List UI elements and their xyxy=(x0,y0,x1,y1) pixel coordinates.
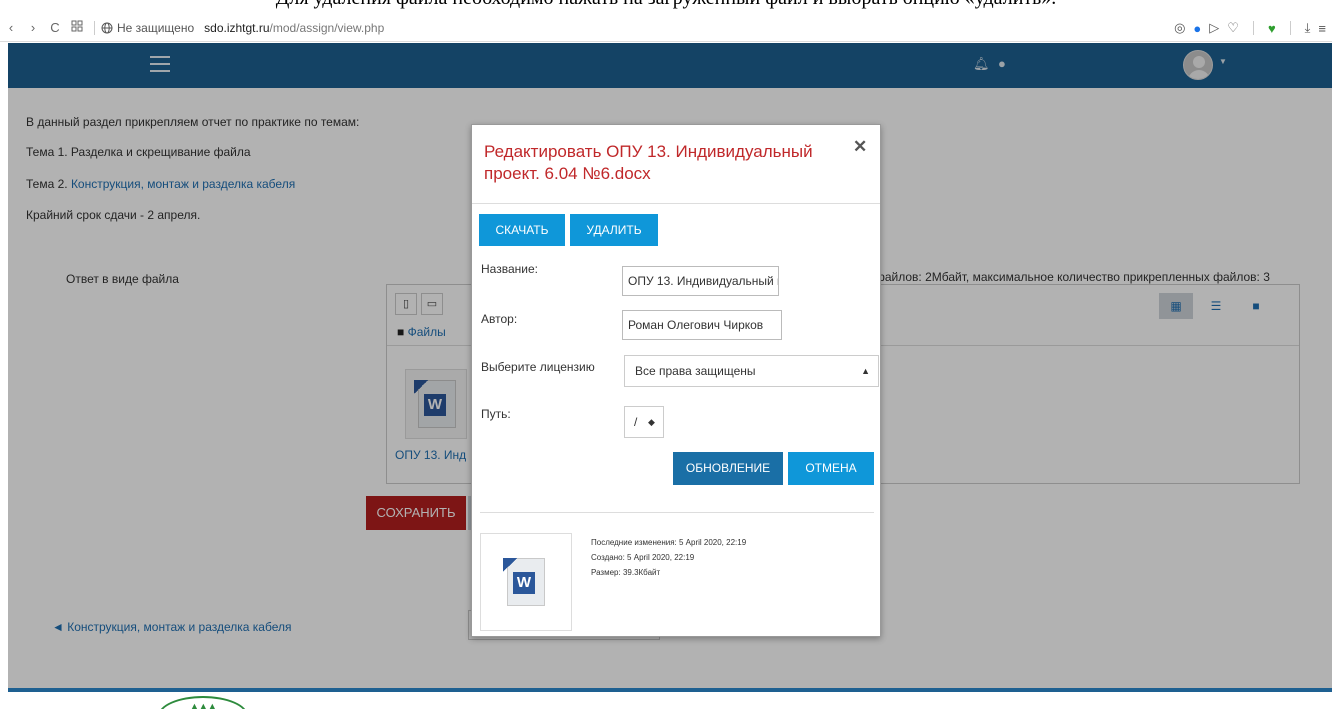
menu-icon[interactable]: ≡ xyxy=(1318,21,1326,36)
url-host: sdo.izhtgt.ru xyxy=(204,20,270,35)
globe-icon xyxy=(101,22,113,33)
college-logo: ▲▲▲ xyxy=(158,696,248,709)
toolbar-divider xyxy=(1252,21,1254,35)
select-arrows-icon: ◆ xyxy=(648,417,655,427)
name-field[interactable]: ОПУ 13. Индивидуальный проект. 6.04 №6.d… xyxy=(622,266,779,296)
file-size: Размер: 39.3Кбайт xyxy=(591,568,661,577)
edit-file-dialog: Редактировать ОПУ 13. Индивидуальный про… xyxy=(471,124,881,637)
heart-icon[interactable]: ♡ xyxy=(1227,20,1239,36)
cancel-dialog-button[interactable]: Отмена xyxy=(788,452,874,485)
divider xyxy=(472,203,880,204)
last-modified: Последние изменения: 5 April 2020, 22:19 xyxy=(591,538,747,547)
security-indicator[interactable]: Не защищено xyxy=(101,21,194,35)
path-value: / xyxy=(634,415,638,429)
update-button[interactable]: Обновление xyxy=(673,452,783,485)
document-caption: Для удаления файла необходимо нажать на … xyxy=(0,0,1332,8)
author-field[interactable]: Роман Олегович Чирков xyxy=(622,310,782,340)
download-button[interactable]: Скачать xyxy=(479,214,565,246)
camera-icon[interactable]: ◎ xyxy=(1174,20,1185,36)
author-label: Автор: xyxy=(481,312,518,326)
screen: Для удаления файла необходимо нажать на … xyxy=(0,0,1332,709)
name-label: Название: xyxy=(481,262,538,276)
close-icon[interactable]: ✕ xyxy=(853,137,867,157)
reload-icon[interactable]: C xyxy=(44,20,66,35)
delete-button[interactable]: Удалить xyxy=(570,214,658,246)
browser-actions: ◎ ● ▷ ♡ ♥ ⤓ ≡ xyxy=(1174,14,1326,42)
insecure-label: Не защищено xyxy=(117,20,195,35)
license-value: Все права защищены xyxy=(635,364,756,378)
send-icon[interactable]: ▷ xyxy=(1209,20,1219,36)
path-select[interactable]: / ◆ xyxy=(624,406,664,438)
extension-icon[interactable]: ♥ xyxy=(1268,21,1276,36)
word-document-icon: W xyxy=(501,556,549,608)
footer: ▲▲▲ xyxy=(8,692,1332,709)
dialog-title: Редактировать ОПУ 13. Индивидуальный про… xyxy=(484,142,813,183)
url-path: /mod/assign/view.php xyxy=(269,20,385,35)
toolbar-divider xyxy=(94,20,95,35)
divider xyxy=(480,512,874,513)
browser-toolbar: ‹ › C Не защищено sdo.izhtgt.ru/mod/assi… xyxy=(0,14,1332,42)
license-label: Выберите лицензию xyxy=(481,360,595,374)
select-arrows-icon: ▲ xyxy=(861,366,870,376)
path-label: Путь: xyxy=(481,407,511,421)
shield-icon[interactable]: ● xyxy=(1193,21,1201,36)
file-preview: W xyxy=(480,533,572,631)
download-icon[interactable]: ⤓ xyxy=(1305,20,1311,36)
back-icon[interactable]: ‹ xyxy=(0,20,22,35)
toolbar-divider xyxy=(1289,21,1291,35)
address-bar[interactable]: sdo.izhtgt.ru/mod/assign/view.php xyxy=(204,21,384,35)
forward-icon[interactable]: › xyxy=(22,20,44,35)
license-select[interactable]: Все права защищены ▲ xyxy=(624,355,879,387)
speed-dial-icon[interactable] xyxy=(66,20,88,35)
created-date: Создано: 5 April 2020, 22:19 xyxy=(591,553,695,562)
